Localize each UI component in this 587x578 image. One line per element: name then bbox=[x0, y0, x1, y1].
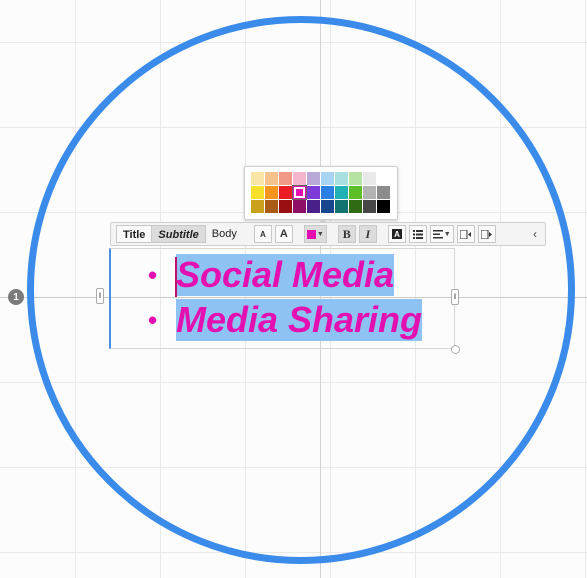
color-swatch[interactable] bbox=[307, 172, 320, 185]
bullet-marker: • bbox=[148, 259, 158, 290]
chevron-down-icon: ▼ bbox=[443, 230, 451, 238]
text-cursor bbox=[175, 257, 177, 297]
color-swatch[interactable] bbox=[363, 200, 376, 213]
color-swatch[interactable] bbox=[293, 186, 306, 199]
outdent-icon bbox=[460, 229, 472, 239]
style-body-button[interactable]: Body bbox=[206, 225, 243, 243]
italic-button[interactable]: I bbox=[358, 225, 377, 243]
color-swatch[interactable] bbox=[377, 186, 390, 199]
color-swatch[interactable] bbox=[321, 172, 334, 185]
color-swatch[interactable] bbox=[307, 186, 320, 199]
text-background-icon: A bbox=[391, 229, 402, 239]
list-item[interactable]: • Social Media bbox=[148, 253, 395, 297]
style-title-button[interactable]: Title bbox=[116, 225, 153, 243]
color-swatch[interactable] bbox=[335, 172, 348, 185]
text-color-chip bbox=[306, 229, 316, 239]
list-item-text[interactable]: Social Media bbox=[176, 254, 395, 296]
color-swatch[interactable] bbox=[363, 186, 376, 199]
text-background-button[interactable]: A bbox=[387, 225, 406, 243]
color-swatch[interactable] bbox=[265, 172, 278, 185]
color-swatch[interactable] bbox=[321, 200, 334, 213]
decrease-font-size-button[interactable]: A bbox=[253, 225, 272, 243]
increase-font-size-button[interactable]: A bbox=[274, 225, 293, 243]
color-swatch[interactable] bbox=[265, 186, 278, 199]
color-swatch[interactable] bbox=[279, 172, 292, 185]
style-subtitle-button[interactable]: Subtitle bbox=[152, 225, 206, 243]
color-palette-popup bbox=[244, 166, 398, 220]
color-swatch[interactable] bbox=[251, 186, 264, 199]
text-color-button[interactable]: ▼ bbox=[303, 225, 327, 243]
color-swatch[interactable] bbox=[349, 200, 362, 213]
color-swatch[interactable] bbox=[307, 200, 320, 213]
bold-button[interactable]: B bbox=[337, 225, 356, 243]
chevron-down-icon: ▼ bbox=[316, 230, 324, 238]
svg-text:A: A bbox=[394, 230, 400, 239]
color-swatch[interactable] bbox=[251, 200, 264, 213]
color-swatch[interactable] bbox=[321, 186, 334, 199]
align-left-icon bbox=[432, 229, 443, 238]
bullet-marker: • bbox=[148, 304, 158, 335]
align-button[interactable]: ▼ bbox=[429, 225, 454, 243]
color-swatch[interactable] bbox=[377, 172, 390, 185]
right-resize-handle[interactable]: ‖ bbox=[451, 289, 459, 305]
indent-icon bbox=[481, 229, 493, 239]
indent-button[interactable] bbox=[477, 225, 496, 243]
color-swatch[interactable] bbox=[279, 200, 292, 213]
left-resize-handle[interactable]: ‖ bbox=[96, 288, 104, 304]
color-swatch[interactable] bbox=[279, 186, 292, 199]
corner-resize-handle[interactable] bbox=[451, 345, 460, 354]
color-swatch[interactable] bbox=[349, 186, 362, 199]
color-swatch[interactable] bbox=[349, 172, 362, 185]
list-item[interactable]: • Media Sharing bbox=[148, 298, 423, 342]
color-swatch[interactable] bbox=[335, 186, 348, 199]
text-style-group: Title Subtitle Body bbox=[116, 225, 243, 243]
color-swatch[interactable] bbox=[363, 172, 376, 185]
row-marker[interactable]: 1 bbox=[8, 289, 24, 305]
outdent-button[interactable] bbox=[456, 225, 475, 243]
bullet-list-button[interactable] bbox=[408, 225, 427, 243]
collapse-toolbar-icon[interactable]: ‹ bbox=[533, 227, 537, 241]
color-swatch[interactable] bbox=[335, 200, 348, 213]
color-swatch[interactable] bbox=[293, 172, 306, 185]
color-swatch[interactable] bbox=[293, 200, 306, 213]
list-item-text[interactable]: Media Sharing bbox=[176, 299, 423, 341]
color-swatch-grid bbox=[251, 172, 393, 213]
text-format-toolbar: Title Subtitle Body A A ▼ B I A ▼ ‹ bbox=[110, 222, 546, 246]
color-swatch[interactable] bbox=[265, 200, 278, 213]
color-swatch[interactable] bbox=[251, 172, 264, 185]
color-swatch[interactable] bbox=[377, 200, 390, 213]
bullet-list-icon bbox=[412, 229, 423, 239]
